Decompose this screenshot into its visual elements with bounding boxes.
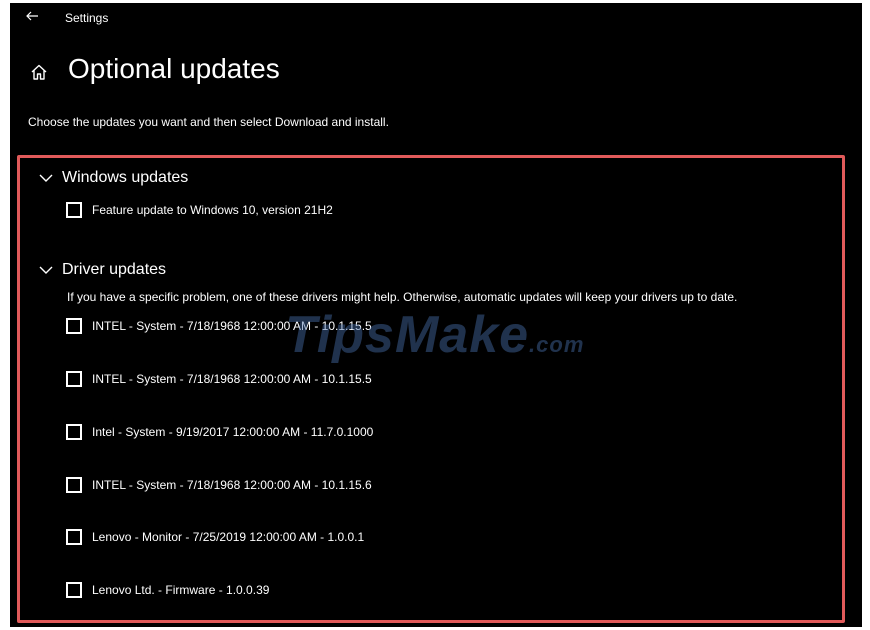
page-subtitle: Choose the updates you want and then sel… bbox=[28, 115, 389, 129]
watermark-logo: TipsMake.com bbox=[285, 305, 584, 365]
section-title: Driver updates bbox=[62, 261, 167, 278]
checkbox[interactable] bbox=[66, 582, 82, 598]
chevron-down-icon bbox=[39, 266, 53, 274]
update-label: Lenovo Ltd. - Firmware - 1.0.0.39 bbox=[92, 583, 270, 597]
update-label: Feature update to Windows 10, version 21… bbox=[92, 203, 333, 217]
settings-window: Settings Optional updates Choose the upd… bbox=[10, 3, 862, 627]
driver-item[interactable]: Lenovo Ltd. - Firmware - 1.0.0.39 bbox=[66, 582, 269, 598]
driver-item[interactable]: INTEL - System - 7/18/1968 12:00:00 AM -… bbox=[66, 371, 372, 387]
checkbox[interactable] bbox=[66, 477, 82, 493]
update-item-feature-update[interactable]: Feature update to Windows 10, version 21… bbox=[66, 202, 333, 218]
checkbox[interactable] bbox=[66, 318, 82, 334]
section-title: Windows updates bbox=[62, 169, 189, 186]
windows-updates-header[interactable]: Windows updates bbox=[38, 167, 188, 189]
driver-item[interactable]: INTEL - System - 7/18/1968 12:00:00 AM -… bbox=[66, 477, 372, 493]
driver-item[interactable]: Lenovo - Monitor - 7/25/2019 12:00:00 AM… bbox=[66, 529, 364, 545]
app-title: Settings bbox=[65, 11, 109, 25]
watermark-main: TipsMake bbox=[285, 306, 530, 364]
driver-updates-header[interactable]: Driver updates bbox=[38, 259, 166, 281]
checkbox[interactable] bbox=[66, 424, 82, 440]
page-title: Optional updates bbox=[68, 53, 280, 84]
checkbox[interactable] bbox=[66, 529, 82, 545]
update-label: Intel - System - 9/19/2017 12:00:00 AM -… bbox=[92, 425, 374, 439]
checkbox[interactable] bbox=[66, 202, 82, 218]
update-label: Lenovo - Monitor - 7/25/2019 12:00:00 AM… bbox=[92, 530, 365, 544]
driver-updates-description: If you have a specific problem, one of t… bbox=[67, 290, 738, 304]
home-icon[interactable] bbox=[30, 63, 48, 81]
title-bar: Settings bbox=[10, 3, 862, 31]
chevron-down-icon bbox=[39, 174, 53, 182]
update-label: INTEL - System - 7/18/1968 12:00:00 AM -… bbox=[92, 478, 372, 492]
watermark-suffix: .com bbox=[529, 332, 585, 357]
highlight-frame bbox=[17, 155, 845, 623]
checkbox[interactable] bbox=[66, 371, 82, 387]
back-arrow-icon[interactable] bbox=[24, 8, 40, 24]
driver-item[interactable]: Intel - System - 9/19/2017 12:00:00 AM -… bbox=[66, 424, 373, 440]
update-label: INTEL - System - 7/18/1968 12:00:00 AM -… bbox=[92, 372, 372, 386]
